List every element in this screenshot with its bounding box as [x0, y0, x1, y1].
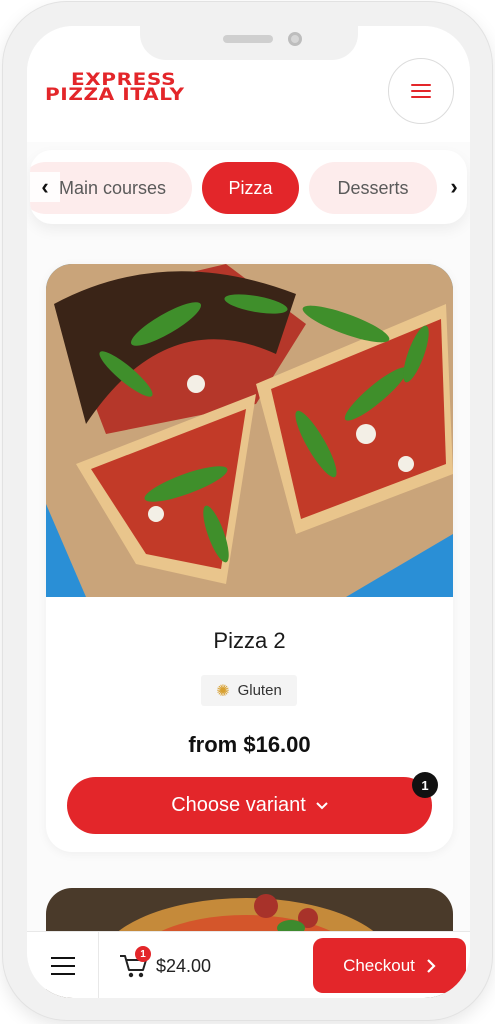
choose-variant-label: Choose variant — [171, 794, 306, 816]
category-label: Pizza — [228, 177, 273, 198]
cart-total: $24.00 — [156, 956, 212, 976]
brand-logo[interactable]: EXPRESS PIZZA ITALY — [45, 72, 235, 104]
chevron-right-icon — [427, 958, 436, 973]
menu-button[interactable] — [388, 58, 454, 124]
phone-notch — [140, 26, 358, 60]
logo-line-2: PIZZA ITALY — [45, 85, 185, 105]
hamburger-icon — [411, 84, 431, 98]
chevron-down-icon — [316, 801, 328, 809]
speaker-grille — [223, 35, 273, 43]
wheat-icon: ✺ — [216, 682, 230, 700]
checkout-label: Checkout — [343, 955, 415, 975]
product-image[interactable] — [46, 264, 453, 597]
checkout-button[interactable]: Checkout — [313, 938, 466, 993]
bottom-menu-button[interactable] — [27, 932, 99, 998]
category-label: Main courses — [58, 177, 166, 198]
variant-count-badge: 1 — [412, 772, 438, 798]
product-price: from $16.00 — [188, 732, 311, 757]
category-pill-desserts[interactable]: Desserts — [309, 162, 437, 214]
bottom-bar: 1 $24.00 Checkout — [27, 931, 470, 998]
chevron-left-icon[interactable]: ‹ — [30, 172, 60, 202]
allergen-badge: ✺ Gluten — [201, 675, 297, 706]
category-pill-pizza[interactable]: Pizza — [202, 162, 299, 214]
phone-frame: EXPRESS PIZZA ITALY Main courses Pizza D… — [3, 2, 492, 1020]
choose-variant-button[interactable]: Choose variant — [67, 777, 432, 834]
hamburger-icon — [50, 956, 75, 975]
front-camera — [288, 32, 302, 46]
app-screen: EXPRESS PIZZA ITALY Main courses Pizza D… — [27, 26, 470, 998]
allergen-label: Gluten — [237, 682, 282, 699]
product-card[interactable]: Pizza 2 ✺ Gluten from $16.00 Choose vari… — [46, 264, 453, 852]
chevron-right-icon[interactable]: › — [439, 172, 467, 202]
category-bar: Main courses Pizza Desserts ‹ › — [30, 150, 467, 224]
product-name: Pizza 2 — [213, 628, 286, 653]
category-label: Desserts — [337, 177, 409, 198]
cart-count-badge: 1 — [135, 946, 151, 962]
